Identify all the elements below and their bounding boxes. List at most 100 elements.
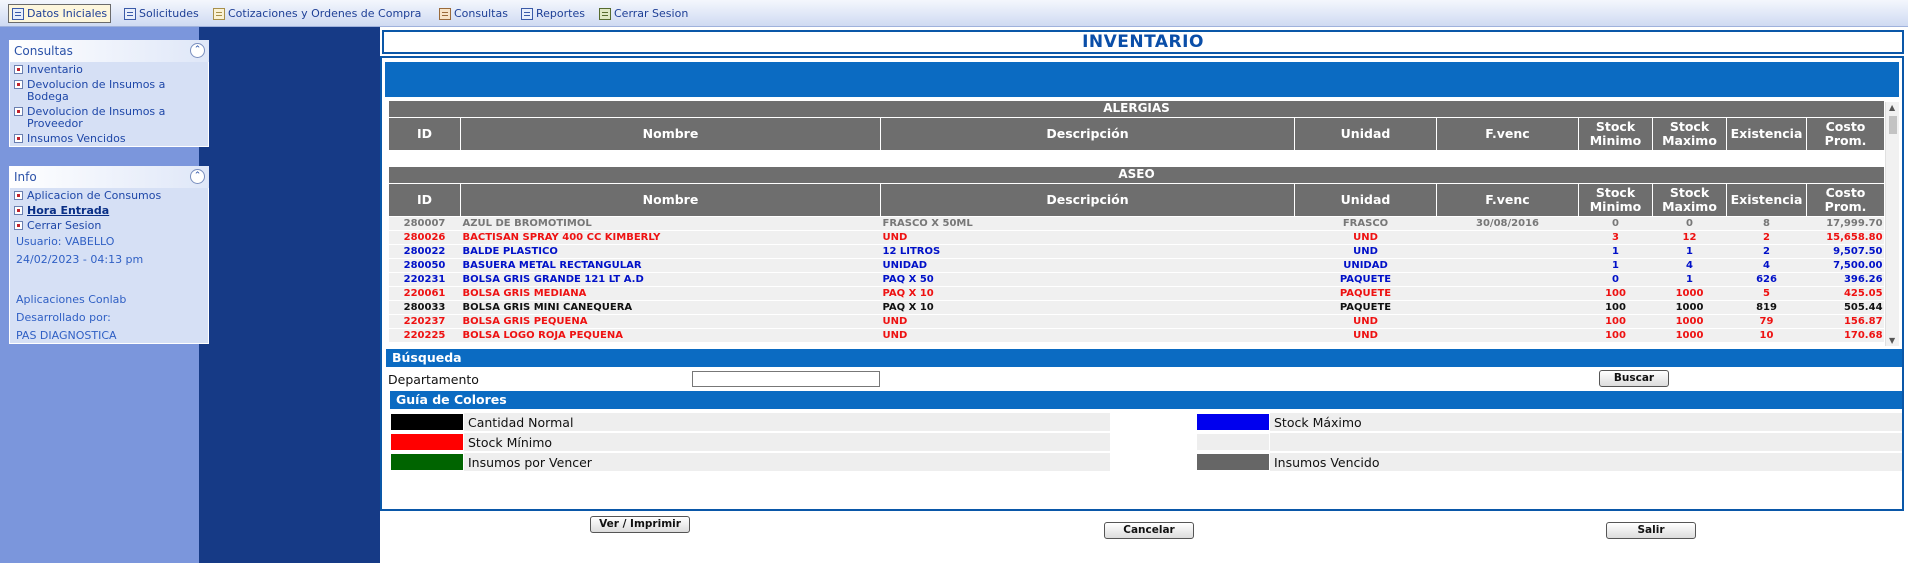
table-cell xyxy=(1436,328,1579,343)
table-cell: 4 xyxy=(1726,258,1807,273)
collapse-icon[interactable]: ⌃ xyxy=(190,43,205,58)
group-header: ASEO xyxy=(388,167,1884,183)
table-cell: 2 xyxy=(1726,244,1807,259)
table-cell: 1000 xyxy=(1652,328,1727,343)
scroll-up-icon[interactable]: ▲ xyxy=(1889,103,1895,112)
menu-cotizaciones[interactable]: Cotizaciones y Ordenes de Compra xyxy=(213,4,421,23)
column-header[interactable]: F.venc xyxy=(1436,182,1579,217)
search-section-title: Búsqueda xyxy=(386,349,1902,367)
table-cell xyxy=(1436,258,1579,273)
table-row[interactable]: 280050 BASUERA METAL RECTANGULAR UNIDAD UNI… xyxy=(388,258,1884,273)
table-cell: 2 xyxy=(1726,230,1807,245)
buscar-button[interactable]: Buscar xyxy=(1599,370,1669,387)
table-cell: 170.68 xyxy=(1806,328,1884,343)
column-header[interactable]: Stock Minimo xyxy=(1578,116,1653,151)
header-band xyxy=(385,62,1899,97)
column-header[interactable]: Unidad xyxy=(1294,116,1437,151)
nav-cerrar-sesion[interactable]: Cerrar Sesion xyxy=(10,218,208,233)
table-cell: 425.05 xyxy=(1806,286,1884,301)
table-row[interactable]: 280022 BALDE PLASTICO 12 LITROS UND 1 1 2 9,507… xyxy=(388,244,1884,259)
nav-hora-entrada[interactable]: Hora Entrada xyxy=(10,203,208,218)
table-cell: 220061 xyxy=(388,286,461,301)
collapse-icon[interactable]: ⌃ xyxy=(190,169,205,184)
table-cell xyxy=(1436,300,1579,315)
table-cell: 1 xyxy=(1652,272,1727,287)
table-cell: 0 xyxy=(1578,216,1653,231)
table-cell: 0 xyxy=(1652,216,1727,231)
table-row[interactable]: 280033 BOLSA GRIS MINI CANEQUERA PAQ X 10 P… xyxy=(388,300,1884,315)
column-header[interactable]: Costo Prom. xyxy=(1805,182,1884,217)
table-cell: 1 xyxy=(1652,244,1727,259)
nav-aplicacion-consumos[interactable]: Aplicacion de Consumos xyxy=(10,188,208,203)
column-header[interactable]: Existencia xyxy=(1726,116,1807,151)
column-header[interactable]: Nombre xyxy=(460,116,881,151)
nav-devolucion-bodega[interactable]: Devolucion de Insumos a Bodega xyxy=(10,77,208,104)
table-cell: 100 xyxy=(1578,314,1653,329)
column-header[interactable]: Unidad xyxy=(1294,182,1437,217)
cancelar-button[interactable]: Cancelar xyxy=(1104,522,1194,539)
menu-datos-iniciales[interactable]: Datos Iniciales xyxy=(8,4,112,23)
table-cell: 280050 xyxy=(388,258,461,273)
group-name: ALERGIAS xyxy=(388,101,1884,117)
table-row[interactable]: 280026 BACTISAN SPRAY 400 CC KIMBERLY UND U… xyxy=(388,230,1884,245)
nav-devolucion-proveedor[interactable]: Devolucion de Insumos a Proveedor xyxy=(10,104,208,131)
nav-insumos-vencidos[interactable]: Insumos Vencidos xyxy=(10,131,208,146)
table-cell: PAQ X 10 xyxy=(880,286,1295,301)
info-panel: Info ⌃ Aplicacion de Consumos Hora Entra… xyxy=(9,166,209,344)
column-header[interactable]: Stock Maximo xyxy=(1652,182,1727,217)
table-cell: UND xyxy=(1294,314,1437,329)
table-cell: UND xyxy=(1294,244,1437,259)
menu-solicitudes[interactable]: Solicitudes xyxy=(124,4,199,23)
table-cell: 280007 xyxy=(388,216,461,231)
table-cell: UND xyxy=(880,314,1295,329)
table-scrollbar[interactable]: ▲ ▼ xyxy=(1885,102,1899,346)
column-header[interactable]: Descripción xyxy=(880,116,1295,151)
inventory-frame: ALERGIAS ID Nombre Descripción Unidad F.venc S… xyxy=(380,56,1904,511)
menu-consultas[interactable]: Consultas xyxy=(439,4,508,23)
column-header[interactable]: Existencia xyxy=(1726,182,1807,217)
usuario-label: Usuario: VABELLO xyxy=(16,235,115,248)
swatch-green xyxy=(390,453,464,471)
scroll-thumb[interactable] xyxy=(1889,116,1897,134)
ver-imprimir-button[interactable]: Ver / Imprimir xyxy=(590,516,690,533)
column-header[interactable]: Costo Prom. xyxy=(1805,116,1884,151)
departamento-input[interactable] xyxy=(692,371,880,387)
column-header[interactable]: Stock Minimo xyxy=(1578,182,1653,217)
column-header[interactable]: Descripción xyxy=(880,182,1295,217)
guide-stock-maximo: Stock Máximo xyxy=(1196,413,1902,431)
table-cell: UND xyxy=(1294,230,1437,245)
table-cell: PAQUETE xyxy=(1294,300,1437,315)
nav-inventario[interactable]: Inventario xyxy=(10,62,208,77)
column-header[interactable]: ID xyxy=(388,182,461,217)
bullet-icon xyxy=(14,134,23,143)
column-header[interactable]: Stock Maximo xyxy=(1652,116,1727,151)
menu-reportes[interactable]: Reportes xyxy=(521,4,585,23)
table-cell: 4 xyxy=(1652,258,1727,273)
table-cell: PAQUETE xyxy=(1294,286,1437,301)
column-header[interactable]: F.venc xyxy=(1436,116,1579,151)
table-row[interactable]: 220231 BOLSA GRIS GRANDE 121 LT A.D PAQ X … xyxy=(388,272,1884,287)
menu-cerrar-sesion[interactable]: Cerrar Sesion xyxy=(599,4,688,23)
calendar-icon xyxy=(439,7,451,20)
exit-icon xyxy=(599,7,611,20)
table-cell: UND xyxy=(1294,328,1437,343)
salir-button[interactable]: Salir xyxy=(1606,522,1696,539)
table-cell: BOLSA GRIS MINI CANEQUERA xyxy=(460,300,881,315)
table-cell: BOLSA GRIS GRANDE 121 LT A.D xyxy=(460,272,881,287)
table-cell xyxy=(1436,286,1579,301)
guide-empty xyxy=(1196,433,1902,451)
inventory-table-scroll[interactable]: ALERGIAS ID Nombre Descripción Unidad F.venc S… xyxy=(388,101,1884,347)
table-row[interactable]: 220237 BOLSA GRIS PEQUENA UND UND 100 1000 79 1… xyxy=(388,314,1884,329)
table-row[interactable]: 220061 BOLSA GRIS MEDIANA PAQ X 10 PAQUETE 1… xyxy=(388,286,1884,301)
table-cell: 280022 xyxy=(388,244,461,259)
table-cell: 1 xyxy=(1578,258,1653,273)
column-header-row: ID Nombre Descripción Unidad F.venc Stock Min… xyxy=(388,182,1884,217)
table-row[interactable]: 220225 BOLSA LOGO ROJA PEQUENA UND UND 100 10… xyxy=(388,328,1884,343)
column-header[interactable]: Nombre xyxy=(460,182,881,217)
swatch-black xyxy=(390,413,464,431)
table-row[interactable]: 280007 AZUL DE BROMOTIMOL FRASCO X 50ML FRA… xyxy=(388,216,1884,231)
column-header[interactable]: ID xyxy=(388,116,461,151)
scroll-down-icon[interactable]: ▼ xyxy=(1889,336,1895,345)
consultas-panel-header: Consultas ⌃ xyxy=(9,40,209,62)
guide-insumos-por-vencer: Insumos por Vencer xyxy=(390,453,1110,471)
